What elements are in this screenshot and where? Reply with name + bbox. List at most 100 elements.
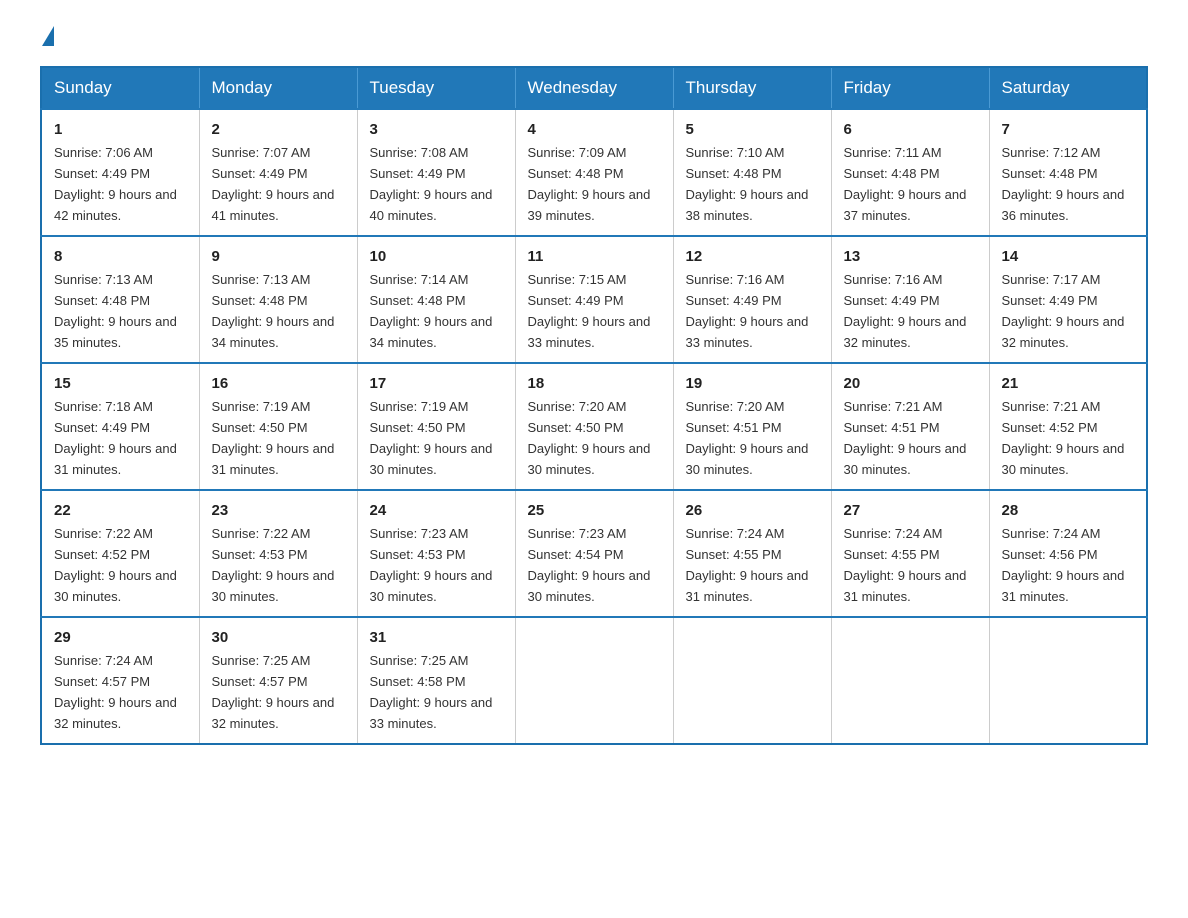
day-info: Sunrise: 7:23 AMSunset: 4:53 PMDaylight:… [370, 526, 493, 604]
day-info: Sunrise: 7:13 AMSunset: 4:48 PMDaylight:… [212, 272, 335, 350]
calendar-cell: 12 Sunrise: 7:16 AMSunset: 4:49 PMDayligh… [673, 236, 831, 363]
day-info: Sunrise: 7:12 AMSunset: 4:48 PMDaylight:… [1002, 145, 1125, 223]
day-number: 31 [370, 626, 503, 649]
calendar-cell: 31 Sunrise: 7:25 AMSunset: 4:58 PMDayligh… [357, 617, 515, 744]
day-number: 17 [370, 372, 503, 395]
weekday-header: Thursday [673, 67, 831, 109]
calendar-week-row: 22 Sunrise: 7:22 AMSunset: 4:52 PMDayligh… [41, 490, 1147, 617]
day-info: Sunrise: 7:24 AMSunset: 4:55 PMDaylight:… [686, 526, 809, 604]
day-info: Sunrise: 7:22 AMSunset: 4:53 PMDaylight:… [212, 526, 335, 604]
calendar-cell: 9Sunrise: 7:13 AMSunset: 4:48 PMDaylight… [199, 236, 357, 363]
day-info: Sunrise: 7:21 AMSunset: 4:52 PMDaylight:… [1002, 399, 1125, 477]
calendar-cell: 19 Sunrise: 7:20 AMSunset: 4:51 PMDayligh… [673, 363, 831, 490]
day-number: 22 [54, 499, 187, 522]
day-number: 24 [370, 499, 503, 522]
calendar-cell: 11 Sunrise: 7:15 AMSunset: 4:49 PMDayligh… [515, 236, 673, 363]
day-info: Sunrise: 7:24 AMSunset: 4:57 PMDaylight:… [54, 653, 177, 731]
day-info: Sunrise: 7:06 AMSunset: 4:49 PMDaylight:… [54, 145, 177, 223]
page-header [40, 30, 1148, 46]
day-number: 23 [212, 499, 345, 522]
calendar-cell: 27Sunrise: 7:24 AMSunset: 4:55 PMDayligh… [831, 490, 989, 617]
day-number: 19 [686, 372, 819, 395]
weekday-header: Saturday [989, 67, 1147, 109]
day-number: 25 [528, 499, 661, 522]
calendar-cell [515, 617, 673, 744]
day-info: Sunrise: 7:23 AMSunset: 4:54 PMDaylight:… [528, 526, 651, 604]
day-number: 20 [844, 372, 977, 395]
weekday-header: Sunday [41, 67, 199, 109]
day-number: 8 [54, 245, 187, 268]
calendar-cell: 23 Sunrise: 7:22 AMSunset: 4:53 PMDayligh… [199, 490, 357, 617]
calendar-cell: 21 Sunrise: 7:21 AMSunset: 4:52 PMDayligh… [989, 363, 1147, 490]
day-number: 18 [528, 372, 661, 395]
day-number: 7 [1002, 118, 1135, 141]
day-info: Sunrise: 7:22 AMSunset: 4:52 PMDaylight:… [54, 526, 177, 604]
day-number: 3 [370, 118, 503, 141]
day-info: Sunrise: 7:07 AMSunset: 4:49 PMDaylight:… [212, 145, 335, 223]
logo-triangle-icon [42, 26, 54, 46]
calendar-cell: 20 Sunrise: 7:21 AMSunset: 4:51 PMDayligh… [831, 363, 989, 490]
weekday-header-row: SundayMondayTuesdayWednesdayThursdayFrid… [41, 67, 1147, 109]
day-number: 26 [686, 499, 819, 522]
calendar-cell: 16 Sunrise: 7:19 AMSunset: 4:50 PMDayligh… [199, 363, 357, 490]
day-number: 13 [844, 245, 977, 268]
calendar-body: 1Sunrise: 7:06 AMSunset: 4:49 PMDaylight… [41, 109, 1147, 744]
day-number: 6 [844, 118, 977, 141]
calendar-cell: 17 Sunrise: 7:19 AMSunset: 4:50 PMDayligh… [357, 363, 515, 490]
calendar-cell: 22 Sunrise: 7:22 AMSunset: 4:52 PMDayligh… [41, 490, 199, 617]
day-info: Sunrise: 7:21 AMSunset: 4:51 PMDaylight:… [844, 399, 967, 477]
calendar-cell [673, 617, 831, 744]
day-info: Sunrise: 7:20 AMSunset: 4:51 PMDaylight:… [686, 399, 809, 477]
day-info: Sunrise: 7:16 AMSunset: 4:49 PMDaylight:… [844, 272, 967, 350]
day-number: 4 [528, 118, 661, 141]
calendar-cell: 29 Sunrise: 7:24 AMSunset: 4:57 PMDayligh… [41, 617, 199, 744]
day-number: 2 [212, 118, 345, 141]
day-info: Sunrise: 7:10 AMSunset: 4:48 PMDaylight:… [686, 145, 809, 223]
calendar-cell: 28 Sunrise: 7:24 AMSunset: 4:56 PMDayligh… [989, 490, 1147, 617]
day-info: Sunrise: 7:18 AMSunset: 4:49 PMDaylight:… [54, 399, 177, 477]
logo [40, 30, 54, 46]
calendar-week-row: 1Sunrise: 7:06 AMSunset: 4:49 PMDaylight… [41, 109, 1147, 236]
day-info: Sunrise: 7:24 AMSunset: 4:56 PMDaylight:… [1002, 526, 1125, 604]
day-info: Sunrise: 7:19 AMSunset: 4:50 PMDaylight:… [370, 399, 493, 477]
calendar-cell [831, 617, 989, 744]
calendar-cell: 26 Sunrise: 7:24 AMSunset: 4:55 PMDayligh… [673, 490, 831, 617]
day-number: 15 [54, 372, 187, 395]
day-number: 11 [528, 245, 661, 268]
calendar-cell: 10 Sunrise: 7:14 AMSunset: 4:48 PMDayligh… [357, 236, 515, 363]
day-info: Sunrise: 7:20 AMSunset: 4:50 PMDaylight:… [528, 399, 651, 477]
calendar-cell: 25 Sunrise: 7:23 AMSunset: 4:54 PMDayligh… [515, 490, 673, 617]
day-number: 10 [370, 245, 503, 268]
calendar-cell: 8Sunrise: 7:13 AMSunset: 4:48 PMDaylight… [41, 236, 199, 363]
day-info: Sunrise: 7:25 AMSunset: 4:58 PMDaylight:… [370, 653, 493, 731]
calendar-cell: 6 Sunrise: 7:11 AMSunset: 4:48 PMDaylight… [831, 109, 989, 236]
calendar-cell: 5 Sunrise: 7:10 AMSunset: 4:48 PMDaylight… [673, 109, 831, 236]
day-number: 29 [54, 626, 187, 649]
calendar-cell: 7 Sunrise: 7:12 AMSunset: 4:48 PMDaylight… [989, 109, 1147, 236]
day-info: Sunrise: 7:24 AMSunset: 4:55 PMDaylight:… [844, 526, 967, 604]
calendar-cell: 13 Sunrise: 7:16 AMSunset: 4:49 PMDayligh… [831, 236, 989, 363]
calendar-cell [989, 617, 1147, 744]
weekday-header: Tuesday [357, 67, 515, 109]
day-number: 21 [1002, 372, 1135, 395]
weekday-header: Friday [831, 67, 989, 109]
day-info: Sunrise: 7:14 AMSunset: 4:48 PMDaylight:… [370, 272, 493, 350]
day-number: 5 [686, 118, 819, 141]
calendar-week-row: 29 Sunrise: 7:24 AMSunset: 4:57 PMDayligh… [41, 617, 1147, 744]
calendar-cell: 15 Sunrise: 7:18 AMSunset: 4:49 PMDayligh… [41, 363, 199, 490]
day-info: Sunrise: 7:15 AMSunset: 4:49 PMDaylight:… [528, 272, 651, 350]
day-info: Sunrise: 7:25 AMSunset: 4:57 PMDaylight:… [212, 653, 335, 731]
day-number: 12 [686, 245, 819, 268]
calendar-cell: 14Sunrise: 7:17 AMSunset: 4:49 PMDayligh… [989, 236, 1147, 363]
calendar-cell: 4 Sunrise: 7:09 AMSunset: 4:48 PMDaylight… [515, 109, 673, 236]
calendar-cell: 24 Sunrise: 7:23 AMSunset: 4:53 PMDayligh… [357, 490, 515, 617]
calendar-week-row: 15 Sunrise: 7:18 AMSunset: 4:49 PMDayligh… [41, 363, 1147, 490]
day-info: Sunrise: 7:11 AMSunset: 4:48 PMDaylight:… [844, 145, 967, 223]
day-info: Sunrise: 7:19 AMSunset: 4:50 PMDaylight:… [212, 399, 335, 477]
day-info: Sunrise: 7:08 AMSunset: 4:49 PMDaylight:… [370, 145, 493, 223]
day-info: Sunrise: 7:16 AMSunset: 4:49 PMDaylight:… [686, 272, 809, 350]
day-number: 30 [212, 626, 345, 649]
day-info: Sunrise: 7:09 AMSunset: 4:48 PMDaylight:… [528, 145, 651, 223]
day-number: 16 [212, 372, 345, 395]
day-number: 28 [1002, 499, 1135, 522]
